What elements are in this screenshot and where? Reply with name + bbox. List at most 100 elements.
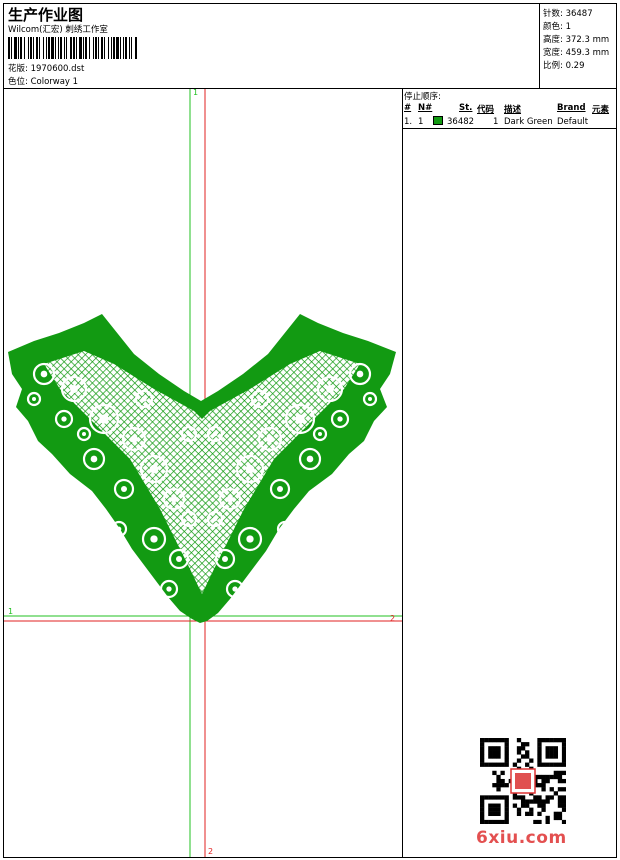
qr-cell — [545, 754, 550, 759]
qr-cell — [504, 738, 509, 743]
barcode-bar — [83, 37, 84, 59]
qr-cell — [529, 807, 534, 812]
qr-cell — [496, 819, 501, 824]
qr-cell — [561, 742, 566, 747]
qr-cell — [549, 762, 554, 767]
qr-cell — [529, 799, 534, 804]
qr-cell — [545, 762, 550, 767]
lace-motif-dot — [295, 414, 305, 424]
lace-motif-dot — [356, 370, 364, 378]
qr-cell — [488, 819, 493, 824]
qr-cell — [537, 799, 542, 804]
row-brand: Default — [557, 117, 589, 127]
qr-cell — [520, 746, 526, 751]
qr-cell — [492, 803, 497, 808]
qr-cell — [492, 783, 497, 788]
barcode-bar — [58, 37, 59, 59]
qr-cell — [484, 795, 489, 800]
qr-cell — [541, 787, 546, 792]
qr-cell — [541, 799, 546, 804]
qr-cell — [480, 750, 485, 755]
qr-cell — [537, 795, 542, 800]
qr-cell — [492, 795, 497, 800]
qr-cell — [480, 803, 485, 808]
qr-cell — [496, 762, 501, 767]
lace-motif-dot — [70, 385, 78, 393]
qr-cell — [545, 815, 550, 821]
qr-cell — [537, 774, 542, 780]
qr-cell — [496, 795, 501, 800]
colorway: 色位: Colorway 1 — [8, 77, 79, 87]
qr-cell — [492, 746, 497, 751]
lace-motif-dot — [277, 486, 283, 492]
qr-cell — [525, 742, 530, 747]
qr-cell — [516, 746, 522, 751]
qr-cell — [480, 762, 485, 767]
qr-cell — [520, 803, 526, 808]
qr-cell — [504, 746, 509, 751]
qr-cell — [549, 787, 554, 792]
barcode-bar — [30, 37, 32, 59]
barcode-bar — [79, 37, 82, 59]
company-name: Wilcom(汇宏) 刺绣工作室 — [8, 25, 108, 35]
qr-cell — [504, 750, 509, 755]
barcode-bar — [28, 37, 29, 59]
qr-cell — [561, 799, 566, 804]
barcode-bar — [85, 37, 87, 59]
barcode-bar — [8, 37, 10, 59]
design-canvas — [4, 89, 402, 857]
qr-cell — [488, 795, 493, 800]
qr-cell — [553, 738, 559, 743]
qr-cell — [488, 811, 493, 817]
qr-cell — [549, 795, 554, 800]
qr-cell — [557, 795, 563, 800]
lace-motif-dot — [141, 396, 147, 402]
col-header-brand: Brand — [557, 103, 586, 113]
qr-cell — [537, 819, 542, 824]
qr-cell — [561, 795, 566, 800]
barcode-bar — [125, 37, 127, 59]
qr-cell — [504, 754, 509, 759]
qr-cell — [480, 807, 485, 812]
axis-label-red-right: 2 — [390, 614, 396, 623]
lace-motif-dot — [186, 516, 192, 522]
qr-cell — [504, 758, 509, 763]
qr-cell — [504, 783, 509, 788]
qr-cell — [533, 819, 538, 824]
barcode-bar — [70, 37, 72, 59]
table-divider — [402, 128, 617, 129]
qr-cell — [480, 811, 485, 817]
qr-cell — [496, 746, 501, 751]
lace-motif-dot — [40, 370, 48, 378]
qr-cell — [516, 758, 522, 763]
lace-motif-dot — [257, 396, 263, 402]
qr-cell — [492, 762, 497, 767]
qr-cell — [512, 795, 518, 800]
qr-cell — [553, 750, 559, 755]
qr-cell — [500, 783, 505, 788]
qr-cell — [525, 754, 530, 759]
barcode-bar — [111, 37, 112, 59]
lace-motif-dot — [170, 495, 178, 503]
qr-cell — [537, 783, 542, 788]
qr-cell — [484, 819, 489, 824]
qr-cell — [516, 750, 522, 755]
qr-cell — [496, 783, 501, 788]
qr-cell — [557, 778, 563, 784]
qr-cell — [496, 811, 501, 817]
barcode-bar — [14, 37, 17, 59]
watermark: 6xiu.com — [476, 828, 567, 848]
qr-cell — [520, 754, 526, 759]
col-header-code: 代码 — [477, 105, 495, 115]
qr-cell — [533, 799, 538, 804]
qr-cell — [553, 746, 559, 751]
qr-cell — [480, 742, 485, 747]
stat-colors: 颜色: 1 — [543, 22, 571, 32]
lace-motif-dot — [245, 464, 255, 474]
row-code: 1 — [493, 117, 499, 127]
qr-cell — [492, 811, 497, 817]
row-stitches: 36482 — [447, 117, 475, 127]
lace-motif-dot — [166, 586, 172, 592]
qr-cell — [492, 819, 497, 824]
row-desc: Dark Green — [504, 117, 553, 127]
